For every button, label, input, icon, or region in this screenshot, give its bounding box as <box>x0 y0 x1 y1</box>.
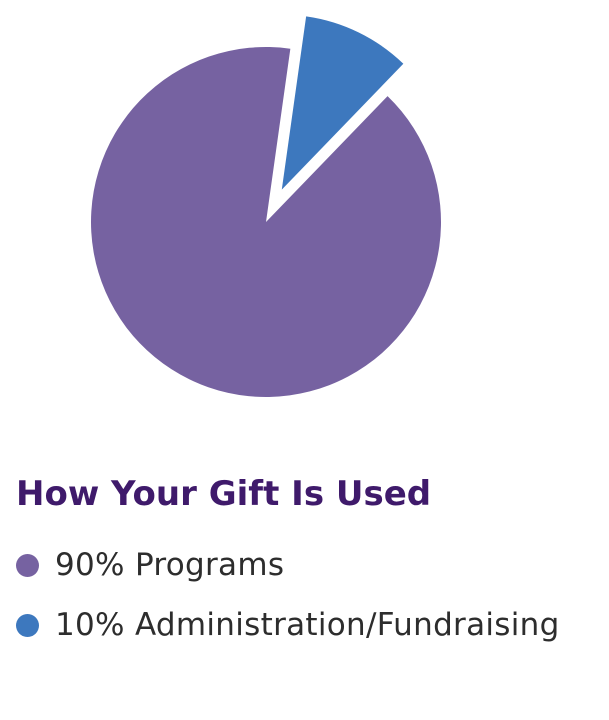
chart-title: How Your Gift Is Used <box>16 474 432 514</box>
pie-slice-programs <box>91 46 441 397</box>
legend-swatch-administration <box>16 613 39 637</box>
legend-label-programs: 90% Programs <box>55 547 285 583</box>
legend-item-administration: 10% Administration/Fundraising <box>16 603 560 647</box>
legend-label-administration: 10% Administration/Fundraising <box>55 607 560 643</box>
pie-chart <box>91 16 441 397</box>
chart-legend: 90% Programs 10% Administration/Fundrais… <box>16 543 560 663</box>
legend-item-programs: 90% Programs <box>16 543 560 587</box>
legend-swatch-programs <box>16 553 39 577</box>
